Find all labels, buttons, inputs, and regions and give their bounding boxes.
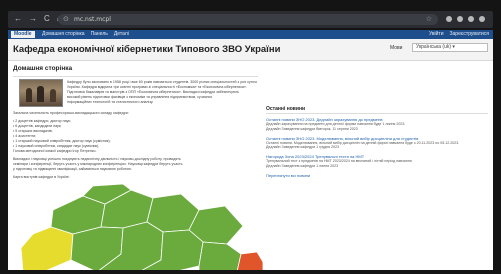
moodle-navbar: Moodle Домашня сторінка Панель Деталі Ув… (8, 30, 493, 39)
back-icon[interactable]: ← (14, 14, 22, 24)
extension-icon[interactable] (468, 16, 474, 22)
lock-icon: ⊙ (63, 16, 69, 23)
intro-line: інформаційних технологій та статистичног… (67, 100, 154, 104)
news-item-meta: Дедлайн Заведення кафедри Вівторок, 11 с… (266, 126, 358, 131)
page-heading: Домашня сторінка (13, 65, 73, 72)
browser-toolbar: ← → C ⌂ ⊙ mc.nst.mcpl ☆ (8, 11, 493, 28)
navbar-user-links: Увійти Зареєструватися (429, 30, 489, 39)
site-title: Кафедра економічної кібернетики Типового… (13, 44, 281, 55)
news-item-meta: Дедлайн Заведення кафедри 1 грудня 2023 (266, 145, 340, 150)
page-viewport: Moodle Домашня сторінка Панель Деталі Ув… (8, 30, 493, 270)
nav-home-link[interactable]: Домашня сторінка (42, 30, 85, 39)
divider (13, 76, 258, 77)
photo-person (26, 88, 32, 102)
photo-person (37, 86, 44, 102)
register-link[interactable]: Зареєструватися (450, 30, 490, 39)
news-item: Останні новини ЗНО 2023. Дедлайн зарахув… (266, 117, 488, 132)
screen-frame: ← → C ⌂ ⊙ mc.nst.mcpl ☆ Moodle Домашня с… (0, 0, 501, 274)
map-region (20, 226, 74, 270)
forward-icon[interactable]: → (29, 14, 37, 24)
moodle-logo[interactable]: Moodle (11, 31, 35, 38)
address-text[interactable]: mc.nst.mcpl (74, 14, 111, 25)
divider (266, 113, 488, 114)
news-item-meta: Дедлайн Заведення кафедри 1 липня 2023 (266, 163, 339, 168)
extension-icons (446, 14, 485, 22)
extension-icon[interactable] (446, 16, 452, 22)
map-region-highlighted (237, 251, 263, 270)
ukraine-map (20, 183, 263, 270)
department-photo (19, 79, 63, 107)
staff-description: Загальна чисельність професорсько-виклад… (13, 111, 258, 180)
intro-text: Кафедру було засновано в 1958 році і вже… (67, 80, 257, 105)
reload-icon[interactable]: C (44, 14, 50, 24)
news-item: Останні новини ЗНО 2023. Моделювання, ві… (266, 136, 488, 151)
address-bar[interactable]: ⊙ mc.nst.mcpl ☆ (58, 14, 438, 25)
nav-details-link[interactable]: Деталі (114, 30, 129, 39)
bookmark-star-icon[interactable]: ☆ (426, 14, 432, 25)
navbar-menu: Домашня сторінка Панель Деталі (42, 30, 129, 39)
extension-icon[interactable] (457, 16, 463, 22)
nav-dashboard-link[interactable]: Панель (91, 30, 108, 39)
map-caption: Карта виступів кафедри в Україні: (13, 175, 70, 179)
all-news-link[interactable]: Переглянути всі новини (266, 173, 488, 178)
profile-icon[interactable] (479, 16, 485, 22)
map-region (198, 241, 242, 270)
browser-nav: ← → C ⌂ (14, 14, 62, 24)
news-heading: Останні новини (266, 106, 306, 112)
language-select[interactable]: Українська (uk) ▾ (412, 43, 488, 52)
language-label: Мови (390, 45, 403, 51)
site-header: Кафедра економічної кібернетики Типового… (8, 39, 493, 61)
latest-news-block: Останні новини Останні новини ЗНО 2023. … (266, 106, 488, 178)
login-link[interactable]: Увійти (429, 30, 444, 39)
news-item: Нагорода Зона 2023/2024 Тренувальні тест… (266, 154, 488, 169)
photo-person (50, 89, 56, 102)
